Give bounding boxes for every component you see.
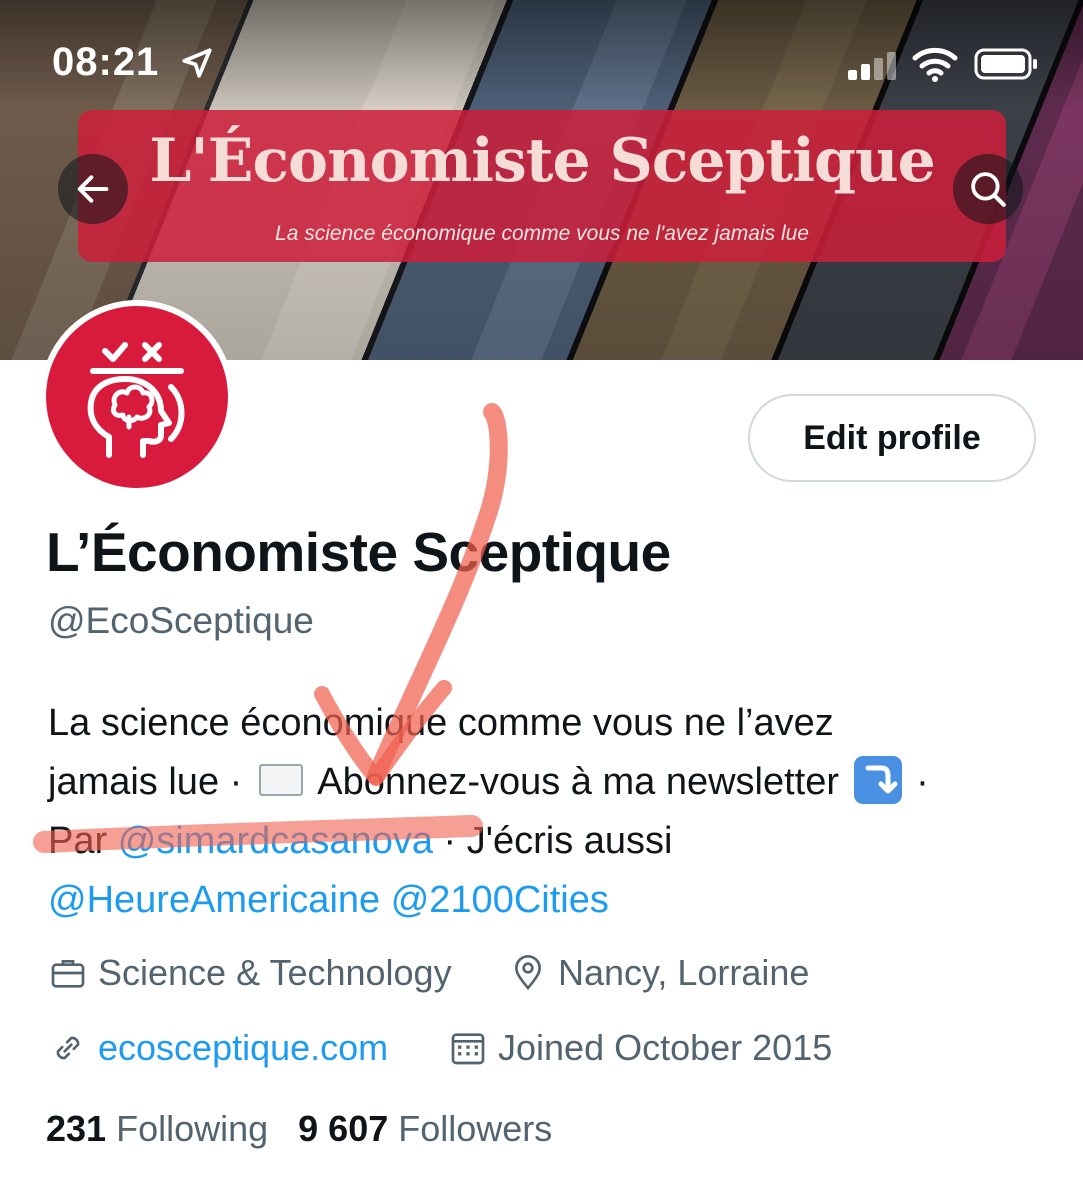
follow-counts: 231 Following 9 607 Followers	[46, 1108, 582, 1150]
following-link[interactable]: 231 Following	[46, 1108, 268, 1150]
location-arrow-icon	[180, 46, 214, 85]
arrow-down-right-icon	[853, 755, 902, 804]
display-name: L’Économiste Sceptique	[46, 521, 671, 583]
search-button[interactable]	[953, 154, 1023, 224]
bio-text: La science économique comme vous ne l’av…	[48, 702, 834, 744]
profile-bio: La science économique comme vous ne l’av…	[48, 694, 1058, 930]
category-label: Science & Technology	[98, 952, 452, 993]
head-brain-icon	[87, 342, 185, 458]
arrow-left-icon	[77, 175, 109, 203]
followers-label: Followers	[398, 1108, 553, 1149]
mention-link-simardcasanova[interactable]: @simardcasanova	[118, 820, 433, 862]
avatar-image	[46, 306, 228, 488]
bio-line: La science économique comme vous ne l’av…	[48, 694, 1058, 753]
briefcase-icon	[51, 960, 85, 988]
location-label: Nancy, Lorraine	[558, 952, 810, 993]
bio-line: jamais lue · Abonnez-vous à ma newslette…	[48, 753, 1058, 812]
bio-text: ·	[905, 761, 929, 803]
bio-text: · J'écris aussi	[432, 820, 673, 862]
bio-line: Par @simardcasanova · J'écris aussi	[48, 812, 1058, 871]
profile-category: Science & Technology	[48, 952, 452, 994]
bio-text: jamais lue ·	[48, 761, 253, 803]
location-pin-icon	[514, 955, 542, 991]
followers-link[interactable]: 9 607 Followers	[298, 1108, 552, 1150]
bio-text	[380, 879, 391, 921]
cellular-signal-icon	[848, 52, 900, 85]
bio-text: Abonnez-vous à ma newsletter	[308, 761, 850, 803]
battery-icon	[974, 48, 1038, 85]
search-icon	[971, 172, 1006, 207]
profile-website: ecosceptique.com	[48, 1027, 388, 1069]
back-button[interactable]	[58, 154, 128, 224]
profile-location: Nancy, Lorraine	[508, 952, 809, 994]
bio-text: Par	[48, 820, 118, 862]
banner-title: L'Économiste Sceptique	[149, 126, 936, 196]
bio-line: @HeureAmericaine @2100Cities	[48, 871, 1058, 930]
joined-label: Joined October 2015	[498, 1027, 833, 1068]
banner-subtitle: La science économique comme vous ne l'av…	[275, 222, 809, 245]
edit-profile-button[interactable]: Edit profile	[748, 394, 1036, 482]
status-time: 08:21	[52, 40, 160, 84]
wifi-icon	[912, 46, 958, 87]
profile-handle: @EcoSceptique	[48, 600, 314, 641]
avatar[interactable]	[40, 300, 234, 494]
calendar-icon	[451, 1033, 485, 1065]
mention-link-heureamericaine[interactable]: @HeureAmericaine	[48, 879, 380, 921]
followers-count: 9 607	[298, 1108, 389, 1149]
profile-joined: Joined October 2015	[448, 1027, 832, 1069]
following-label: Following	[116, 1108, 269, 1149]
envelope-icon	[258, 763, 303, 796]
website-link[interactable]: ecosceptique.com	[98, 1027, 388, 1069]
following-count: 231	[46, 1108, 107, 1149]
mention-link-2100cities[interactable]: @2100Cities	[391, 879, 609, 921]
link-icon	[56, 1036, 80, 1060]
